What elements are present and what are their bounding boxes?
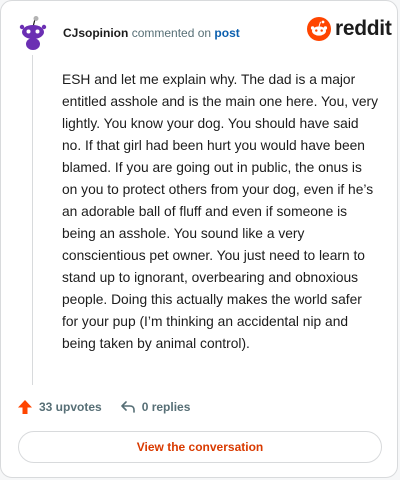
comment-card: CJsopinion commented on post reddit ESH … (0, 0, 398, 478)
reddit-logo[interactable]: reddit (307, 17, 392, 41)
reddit-wordmark: reddit (335, 17, 392, 40)
upvote-count: 33 upvotes (39, 400, 102, 414)
username[interactable]: CJsopinion (63, 26, 128, 40)
avatar[interactable] (17, 15, 49, 51)
comment-body: ESH and let me explain why. The dad is a… (62, 72, 379, 351)
reddit-snoo-icon (307, 17, 331, 41)
comment-header: CJsopinion commented on post (63, 26, 240, 40)
upvote-button[interactable]: 33 upvotes (17, 399, 102, 415)
view-conversation-button[interactable]: View the conversation (18, 431, 382, 463)
snoo-avatar-icon (19, 16, 47, 50)
action-text: commented on (131, 26, 212, 40)
reply-button[interactable]: 0 replies (120, 399, 191, 415)
upvote-arrow-icon (18, 400, 32, 414)
thread-line (32, 55, 33, 385)
reply-count: 0 replies (141, 400, 191, 414)
post-link[interactable]: post (214, 26, 239, 40)
comment-actions: 33 upvotes 0 replies (17, 399, 190, 415)
reply-arrow-icon (120, 401, 135, 413)
